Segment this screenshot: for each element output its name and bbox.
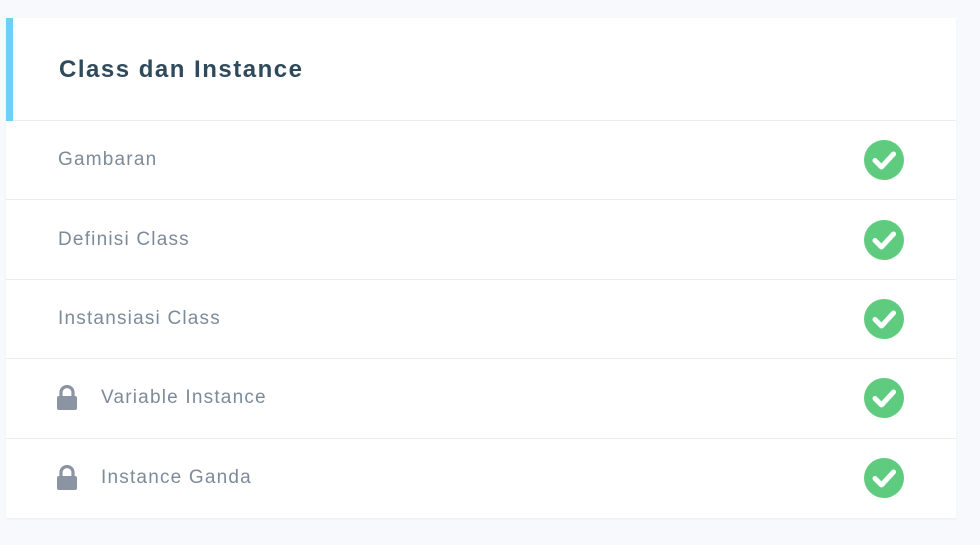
lesson-row-gambaran[interactable]: Gambaran (6, 121, 956, 201)
lesson-label: Instance Ganda (101, 467, 252, 489)
check-circle-icon (864, 378, 904, 419)
lesson-label: Gambaran (58, 149, 158, 171)
check-circle-icon (864, 458, 904, 499)
module-card: Class dan Instance Gambaran Definisi Cla… (6, 18, 956, 518)
check-circle-icon (864, 219, 904, 260)
lesson-label: Definisi Class (58, 228, 190, 250)
lesson-row-instansiasi-class[interactable]: Instansiasi Class (6, 280, 956, 360)
lesson-label: Variable Instance (101, 387, 267, 409)
lesson-row-definisi-class[interactable]: Definisi Class (6, 200, 956, 280)
lock-icon (57, 385, 77, 411)
accent-bar (6, 18, 13, 121)
lesson-list: Gambaran Definisi Class Instansiasi Clas… (6, 121, 956, 518)
lesson-row-variable-instance[interactable]: Variable Instance (6, 359, 956, 439)
lock-icon (57, 465, 77, 491)
module-title: Class dan Instance (59, 56, 304, 83)
check-circle-icon (864, 298, 904, 339)
lesson-row-instance-ganda[interactable]: Instance Ganda (6, 439, 956, 518)
module-header: Class dan Instance (6, 18, 956, 121)
lesson-label: Instansiasi Class (58, 307, 221, 329)
check-circle-icon (864, 140, 904, 181)
